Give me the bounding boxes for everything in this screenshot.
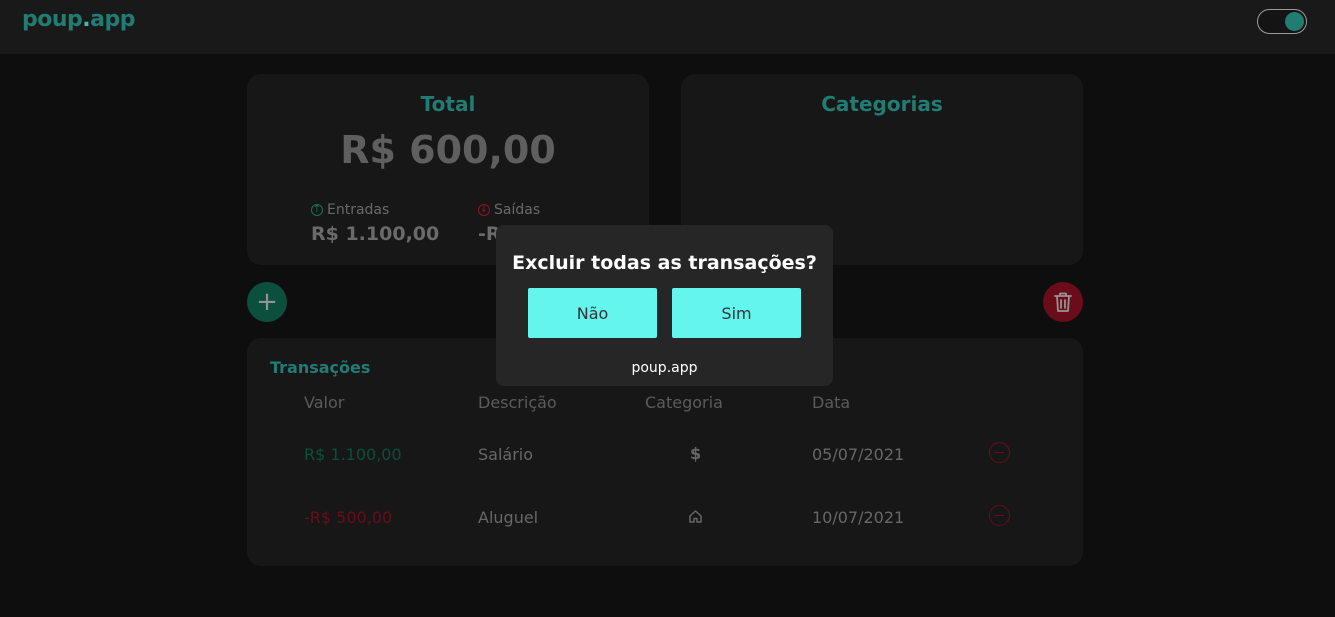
dialog-title: Excluir todas as transações? — [512, 252, 817, 274]
arrow-up-icon: ↑ — [311, 204, 323, 216]
row-description: Aluguel — [478, 508, 539, 527]
logo-dot: . — [82, 7, 91, 32]
arrow-down-icon: ↓ — [478, 204, 490, 216]
dollar-icon: $ — [690, 444, 702, 463]
row-description: Salário — [478, 445, 534, 464]
income-value: R$ 1.100,00 — [311, 223, 440, 245]
add-transaction-button[interactable]: + — [247, 282, 287, 322]
categories-title: Categorias — [821, 92, 943, 116]
theme-toggle-knob — [1285, 11, 1304, 31]
cancel-button[interactable]: Não — [528, 288, 657, 338]
column-header-value: Valor — [304, 393, 345, 412]
logo[interactable]: poup.app — [22, 7, 135, 32]
row-value: R$ 1.100,00 — [304, 445, 402, 464]
remove-transaction-button[interactable] — [989, 505, 1010, 526]
logo-prefix: poup — [22, 7, 83, 32]
transactions-title: Transações — [270, 358, 371, 377]
column-header-category: Categoria — [645, 393, 723, 412]
theme-toggle[interactable] — [1257, 9, 1307, 34]
confirm-dialog: Excluir todas as transações? Não Sim pou… — [496, 225, 833, 386]
top-bar: poup.app — [0, 0, 1335, 54]
logo-suffix: app — [90, 7, 135, 32]
trash-icon — [1054, 292, 1072, 312]
row-value: -R$ 500,00 — [304, 508, 393, 527]
confirm-button[interactable]: Sim — [672, 288, 801, 338]
row-date: 05/07/2021 — [812, 445, 905, 464]
house-icon — [689, 510, 702, 523]
column-header-date: Data — [812, 393, 851, 412]
remove-transaction-button[interactable] — [989, 442, 1010, 463]
plus-icon: + — [256, 287, 278, 317]
row-date: 10/07/2021 — [812, 508, 905, 527]
column-header-description: Descrição — [478, 393, 557, 412]
income-label: Entradas — [327, 202, 390, 218]
total-value: R$ 600,00 — [340, 128, 556, 172]
delete-all-button[interactable] — [1043, 282, 1083, 322]
income-stat: ↑ Entradas R$ 1.100,00 — [311, 202, 439, 245]
total-title: Total — [420, 92, 476, 116]
dialog-footer: poup.app — [631, 360, 698, 376]
expense-label: Saídas — [494, 202, 541, 218]
